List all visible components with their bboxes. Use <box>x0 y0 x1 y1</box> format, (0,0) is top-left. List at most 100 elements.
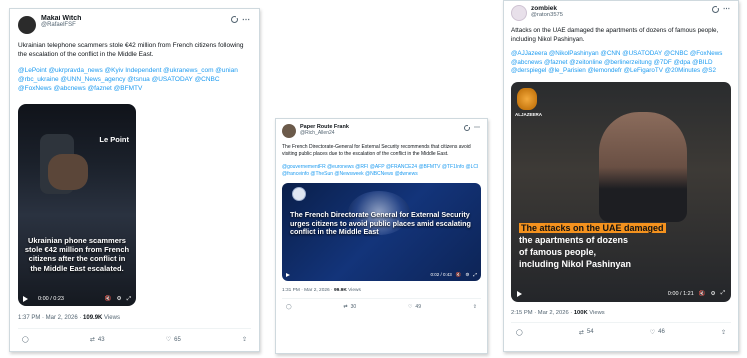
tweet-meta: 2:15 PM · Mar 2, 2026 · 100K Views <box>504 302 738 316</box>
share-button[interactable]: ⇪ <box>242 336 247 343</box>
like-count: 46 <box>658 329 665 335</box>
share-icon: ⇪ <box>472 304 477 310</box>
reply-icon: ◯ <box>516 329 523 336</box>
video-timestamp: 0:02 / 0:43 <box>430 272 452 277</box>
fullscreen-icon[interactable]: ⤢ <box>721 290 725 297</box>
aljazeera-logo-icon <box>517 87 537 110</box>
header-icons: ⋯ <box>464 123 481 131</box>
display-name[interactable]: Makai Witch <box>41 15 231 22</box>
tweet-mentions[interactable]: @AJJazeera @NikolPashinyan @CNN @USATODA… <box>504 44 738 76</box>
heart-icon: ♡ <box>165 337 172 343</box>
reply-button[interactable]: ◯ <box>516 329 523 336</box>
view-count: 99.9K <box>334 288 347 293</box>
view-count: 109.9K <box>83 315 103 321</box>
like-button[interactable]: ♡ 49 <box>408 304 421 310</box>
video-caption: The attacks on the UAE damaged the apart… <box>519 222 666 270</box>
settings-icon[interactable]: ⚙ <box>117 296 122 302</box>
video-timestamp: 0:00 / 0:23 <box>38 296 64 302</box>
play-icon[interactable] <box>286 272 290 277</box>
user-names: Makai Witch @RafaelFSF <box>41 15 231 28</box>
caption-line-1: The attacks on the UAE damaged <box>519 222 666 233</box>
more-options-icon[interactable]: ⋯ <box>723 5 731 13</box>
mute-icon[interactable]: 🔇 <box>456 272 462 278</box>
avatar[interactable] <box>18 16 36 34</box>
share-button[interactable]: ⇪ <box>721 329 726 336</box>
tweet-meta: 1:37 PM · Mar 2, 2026 · 109.9K Views <box>10 306 259 321</box>
user-handle[interactable]: @RafaelFSF <box>41 22 231 28</box>
caption-line-3: of famous people, <box>519 246 597 257</box>
retweet-count: 30 <box>350 304 357 310</box>
tweet-mentions[interactable]: @gouvernementFR @euronews @RFI @AFP @FRA… <box>276 158 487 178</box>
video-player[interactable]: The French Directorate General for Exter… <box>282 183 481 281</box>
retweet-button[interactable]: ⇄ 30 <box>343 304 356 310</box>
grok-icon[interactable] <box>464 123 471 131</box>
tweet-card-paper-route-frank[interactable]: Paper Route Frank @Rich_Allen24 ⋯ The Fr… <box>275 118 488 354</box>
speaker-image <box>599 111 687 222</box>
heart-icon: ♡ <box>407 304 413 310</box>
views-label: Views <box>102 315 120 321</box>
video-controls: 0:00 / 1:21 🔇 ⚙ ⤢ <box>511 286 731 302</box>
video-timestamp: 0:00 / 1:21 <box>667 290 694 297</box>
tweet-timestamp[interactable]: 1:37 PM · Mar 2, 2026 · <box>18 315 83 321</box>
reply-button[interactable]: ◯ <box>22 336 29 343</box>
retweet-count: 43 <box>97 336 105 343</box>
play-icon[interactable] <box>517 290 522 297</box>
header-icons: ⋯ <box>712 4 731 13</box>
settings-icon[interactable]: ⚙ <box>465 272 469 278</box>
tweet-meta: 1:31 PM · Mar 2, 2026 · 99.9K Views <box>276 281 487 293</box>
video-player[interactable]: ALJAZEERA The attacks on the UAE damaged… <box>511 81 731 302</box>
more-options-icon[interactable]: ⋯ <box>474 124 481 131</box>
more-options-icon[interactable]: ⋯ <box>242 15 251 24</box>
retweet-count: 54 <box>586 329 594 335</box>
display-name[interactable]: zombiek <box>531 5 712 12</box>
user-handle[interactable]: @raton3575 <box>531 12 712 18</box>
tweet-header: Paper Route Frank @Rich_Allen24 ⋯ <box>276 119 487 138</box>
avatar[interactable] <box>282 124 296 138</box>
reply-icon: ◯ <box>22 337 29 343</box>
tweet-timestamp[interactable]: 1:31 PM · Mar 2, 2026 · <box>282 288 334 293</box>
retweet-button[interactable]: ⇄ 43 <box>90 336 105 344</box>
video-player[interactable]: Le Point Ukrainian phone scammers stole … <box>18 104 136 306</box>
retweet-button[interactable]: ⇄ 54 <box>579 329 594 336</box>
tweet-mentions[interactable]: @LePoint @ukrpravda_news @Kyiv Independe… <box>10 59 259 93</box>
share-button[interactable]: ⇪ <box>473 304 477 310</box>
tweet-actions: ◯ ⇄ 43 ♡ 65 ⇪ <box>10 329 259 344</box>
play-icon[interactable] <box>23 296 28 302</box>
video-caption: Ukrainian phone scammers stole €42 milli… <box>24 236 130 273</box>
tweet-text: The French Directorate-General for Exter… <box>282 144 471 157</box>
views-label: Views <box>587 309 605 316</box>
caption-line-4: including Nikol Pashinyan <box>519 258 632 269</box>
tweet-card-zombiek[interactable]: zombiek @raton3575 ⋯ Attacks on the UAE … <box>503 0 739 352</box>
video-caption: The French Directorate General for Exter… <box>290 210 471 236</box>
reply-button[interactable]: ◯ <box>286 304 292 310</box>
tweet-text: Ukrainian telephone scammers stole €42 m… <box>18 42 244 58</box>
retweet-icon: ⇄ <box>343 304 348 310</box>
user-names: Paper Route Frank @Rich_Allen24 <box>300 124 464 136</box>
user-handle[interactable]: @Rich_Allen24 <box>300 130 464 136</box>
share-icon: ⇪ <box>720 329 726 336</box>
header-icons: ⋯ <box>231 15 251 24</box>
aljazeera-wordmark: ALJAZEERA <box>515 111 543 117</box>
mute-icon[interactable]: 🔇 <box>105 296 112 302</box>
view-count: 100K <box>573 309 588 316</box>
retweet-icon: ⇄ <box>578 329 584 336</box>
heart-icon: ♡ <box>649 329 656 336</box>
tweet-card-makai-witch[interactable]: Makai Witch @RafaelFSF ⋯ Ukrainian telep… <box>9 8 260 352</box>
settings-icon[interactable]: ⚙ <box>711 291 716 297</box>
grok-icon[interactable] <box>712 4 720 13</box>
avatar[interactable] <box>511 5 527 21</box>
like-count: 49 <box>415 304 421 310</box>
tweet-header: Makai Witch @RafaelFSF ⋯ <box>10 9 259 34</box>
fullscreen-icon[interactable]: ⤢ <box>127 296 131 303</box>
like-button[interactable]: ♡ 65 <box>165 336 181 344</box>
mute-icon[interactable]: 🔇 <box>699 291 706 297</box>
user-names: zombiek @raton3575 <box>531 5 712 18</box>
video-controls: 0:02 / 0:43 🔇 ⚙ ⤢ <box>282 268 481 281</box>
tweet-actions: ◯ ⇄ 30 ♡ 49 ⇪ <box>276 299 487 310</box>
fullscreen-icon[interactable]: ⤢ <box>473 272 477 277</box>
tweet-text: Attacks on the UAE damaged the apartment… <box>511 27 719 43</box>
tweet-timestamp[interactable]: 2:15 PM · Mar 2, 2026 · <box>511 310 574 316</box>
grok-icon[interactable] <box>231 15 239 23</box>
like-button[interactable]: ♡ 46 <box>650 329 665 336</box>
tweet-actions: ◯ ⇄ 54 ♡ 46 ⇪ <box>504 323 738 336</box>
